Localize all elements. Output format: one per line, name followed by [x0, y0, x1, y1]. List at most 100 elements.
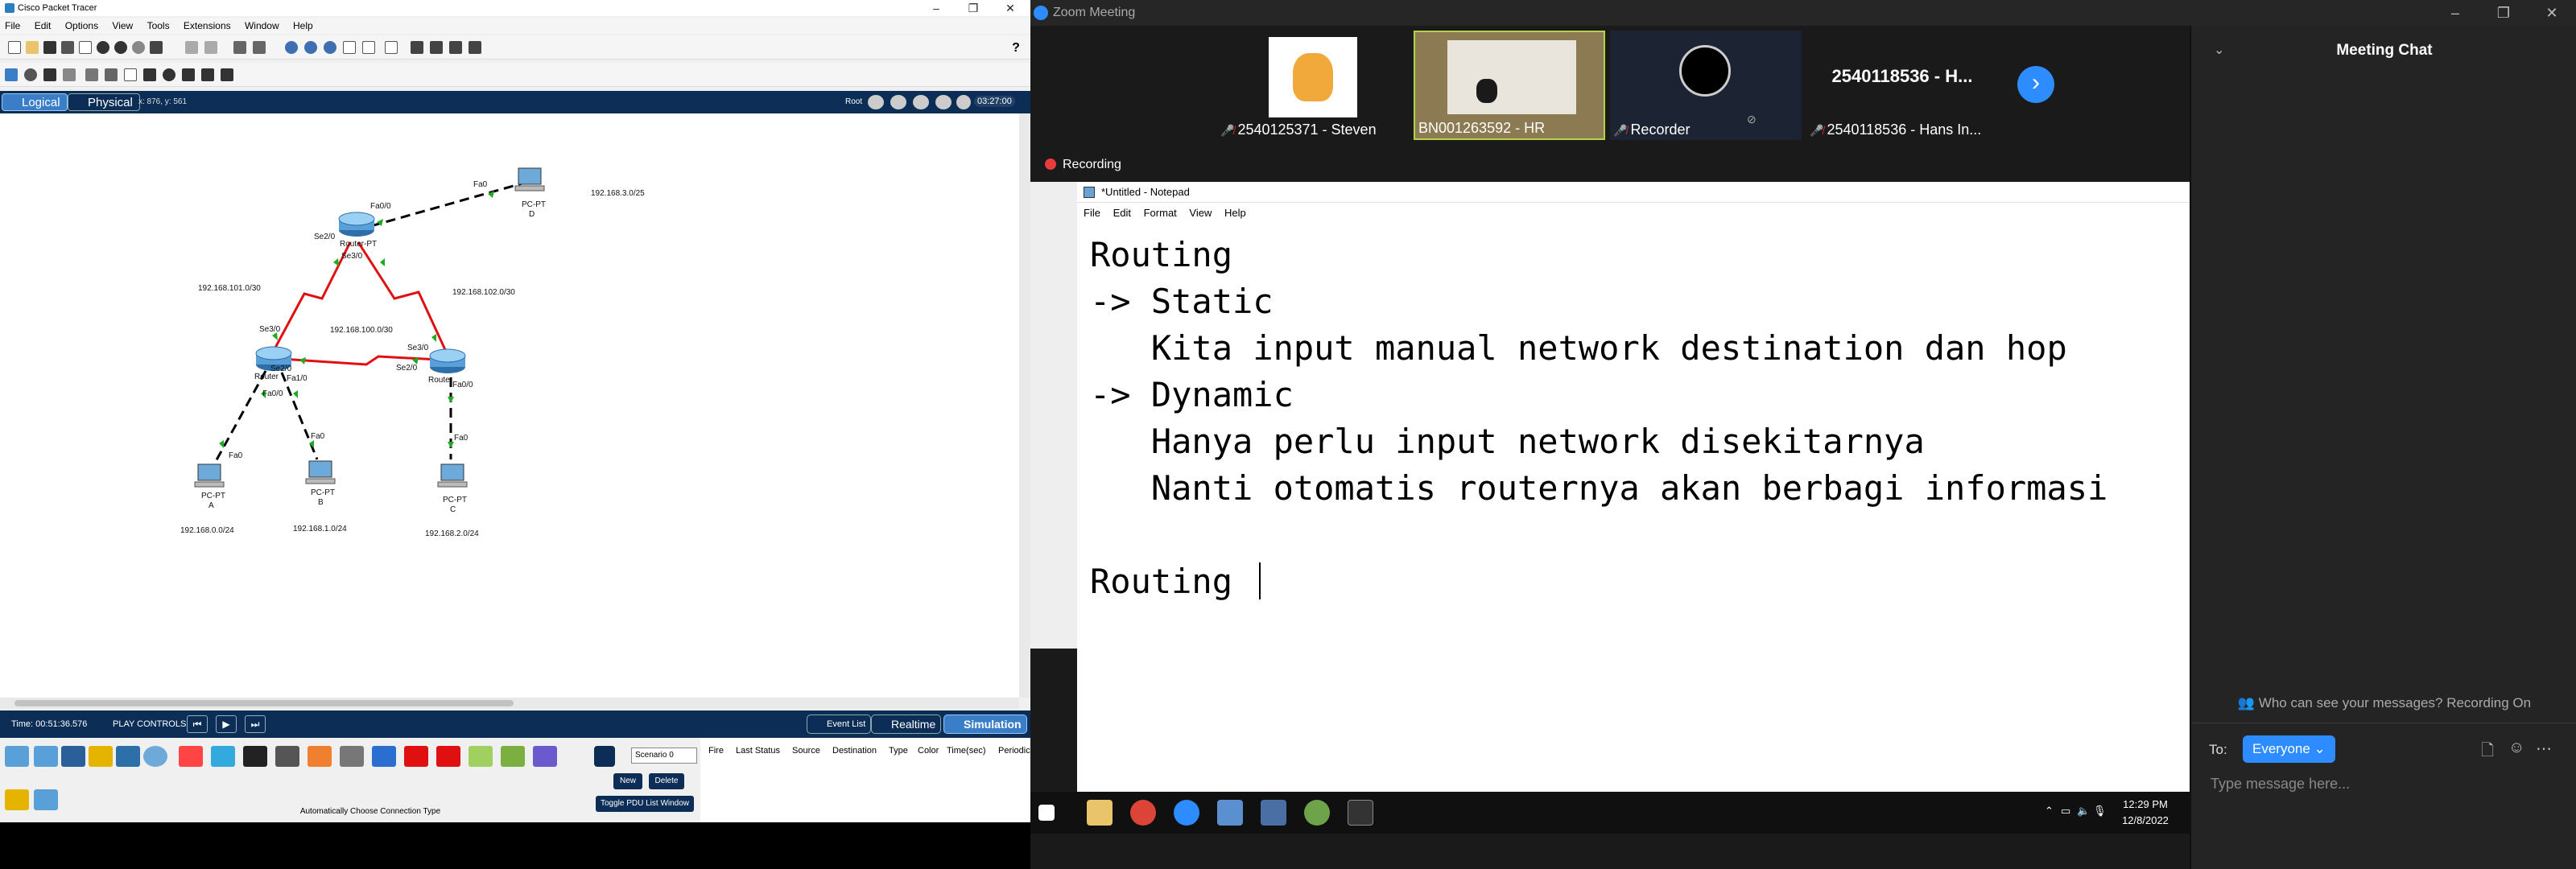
new-scenario-button[interactable]: New — [613, 773, 642, 789]
maximize-button[interactable]: ❐ — [955, 0, 992, 16]
notepad-text-area[interactable]: Routing -> Static Kita input manual netwo… — [1090, 232, 2107, 605]
emoji-icon[interactable]: ☺ — [2508, 739, 2524, 757]
menu-edit[interactable]: Edit — [35, 20, 52, 31]
np-menu-format[interactable]: Format — [1144, 207, 1177, 219]
router-right[interactable] — [429, 348, 466, 373]
np-menu-file[interactable]: File — [1084, 207, 1100, 219]
move-object-icon[interactable] — [913, 95, 929, 109]
link-router-left-pc-b[interactable] — [280, 372, 319, 460]
tag-icon[interactable] — [430, 41, 443, 54]
event-list-button[interactable]: Event List — [807, 715, 872, 734]
zoom-app-icon[interactable] — [1174, 800, 1199, 826]
chrome-icon[interactable] — [1130, 800, 1156, 826]
category-grid-icon[interactable] — [34, 789, 58, 810]
menu-options[interactable]: Options — [65, 20, 98, 31]
usb-cable-icon[interactable] — [533, 746, 557, 767]
components-icon[interactable] — [61, 746, 85, 767]
terminal-icon[interactable] — [1348, 800, 1373, 826]
np-menu-edit[interactable]: Edit — [1113, 207, 1131, 219]
auto-connection-icon[interactable] — [5, 789, 29, 810]
coaxial-icon[interactable] — [372, 746, 396, 767]
viewport-icon[interactable] — [385, 41, 398, 54]
resize-icon[interactable] — [63, 68, 76, 81]
zoom-out-icon[interactable] — [324, 41, 336, 54]
serial-dce-icon[interactable] — [404, 746, 428, 767]
open-folder-icon[interactable] — [26, 41, 39, 54]
info-icon[interactable] — [97, 41, 109, 54]
tab-logical[interactable]: Logical — [2, 93, 68, 111]
cluster-icon[interactable] — [890, 95, 906, 109]
multiuser-icon[interactable] — [143, 746, 167, 767]
close-button[interactable]: ✕ — [992, 0, 1029, 16]
add-complex-pdu-icon[interactable] — [221, 68, 233, 81]
delete-icon[interactable] — [43, 68, 56, 81]
pc-a[interactable] — [194, 463, 225, 488]
windows-start-icon[interactable] — [1038, 805, 1055, 821]
tray-chevron-icon[interactable]: ⌃ — [2045, 805, 2054, 818]
simulation-button[interactable]: Simulation — [943, 715, 1027, 734]
scroll-thumb[interactable] — [14, 700, 514, 706]
pc-c[interactable] — [437, 463, 468, 488]
redo-icon[interactable] — [253, 41, 266, 54]
next-page-button[interactable]: › — [2017, 66, 2054, 103]
draw-filled-rectangle-icon[interactable] — [143, 68, 156, 81]
tab-physical[interactable]: Physical — [68, 93, 140, 111]
help-icon[interactable]: ? — [1009, 41, 1022, 55]
delete-scenario-button[interactable]: Delete — [649, 773, 684, 789]
menu-window[interactable]: Window — [245, 20, 279, 31]
paste-icon[interactable] — [204, 41, 217, 54]
notepad-app-icon[interactable] — [1217, 800, 1243, 826]
minimize-button[interactable]: – — [918, 0, 955, 16]
realtime-button[interactable]: Realtime — [871, 715, 942, 734]
draw-line-icon[interactable] — [105, 68, 118, 81]
workspace-horizontal-scrollbar[interactable] — [0, 698, 1019, 709]
menu-help[interactable]: Help — [293, 20, 313, 31]
packet-tracer-app-icon[interactable] — [1304, 800, 1330, 826]
console-cable-icon[interactable] — [211, 746, 235, 767]
chat-visibility-notice[interactable]: 👥 Who can see your messages? Recording O… — [2191, 695, 2576, 711]
file-icon[interactable]: 🗋 — [2481, 739, 2494, 766]
select-tool-icon[interactable] — [5, 68, 18, 81]
draw-ellipse-icon[interactable] — [163, 68, 175, 81]
menu-tools[interactable]: Tools — [147, 20, 170, 31]
new-file-icon[interactable] — [8, 41, 21, 54]
network-icon[interactable]: ▭ — [2061, 805, 2070, 818]
add-simple-pdu-icon[interactable] — [201, 68, 214, 81]
inspect-icon[interactable] — [24, 68, 37, 81]
network-grid-icon[interactable] — [150, 41, 163, 54]
menu-file[interactable]: File — [5, 20, 20, 31]
clock-icon[interactable] — [956, 95, 971, 109]
save-icon[interactable] — [43, 41, 56, 54]
auto-cable-icon[interactable] — [179, 746, 203, 767]
image-icon[interactable] — [469, 41, 481, 54]
connections-icon[interactable] — [89, 746, 113, 767]
volume-icon[interactable]: 🔈 — [2077, 805, 2090, 818]
play-icon[interactable]: ▶ — [216, 715, 237, 733]
participant-tile[interactable]: 🎤̸ 2540125371 - Steven — [1217, 31, 1409, 140]
participant-tile-active[interactable]: BN001263592 - HR — [1414, 31, 1605, 140]
zoom-minimize-button[interactable]: – — [2431, 0, 2479, 26]
capture-icon[interactable] — [449, 41, 462, 54]
misc-icon[interactable] — [116, 746, 140, 767]
pc-d[interactable] — [514, 167, 545, 192]
crossover-icon[interactable] — [275, 746, 299, 767]
zoom-close-button[interactable]: ✕ — [2528, 0, 2576, 26]
file-explorer-icon[interactable] — [1087, 800, 1113, 826]
viewport-nav-icon[interactable] — [935, 95, 952, 109]
print-icon[interactable] — [61, 41, 74, 54]
chat-message-input[interactable]: Type message here... — [2211, 776, 2350, 793]
undo-icon[interactable] — [233, 41, 246, 54]
menu-view[interactable]: View — [112, 20, 133, 31]
mic-icon[interactable]: 🎙 — [2093, 805, 2107, 818]
end-devices-icon[interactable] — [34, 746, 58, 767]
custom-device-icon[interactable] — [132, 41, 145, 54]
network-info-icon[interactable] — [114, 41, 127, 54]
back-icon[interactable] — [868, 95, 884, 109]
serial-dte-icon[interactable] — [436, 746, 460, 767]
straight-through-icon[interactable] — [243, 746, 267, 767]
menu-extensions[interactable]: Extensions — [184, 20, 231, 31]
np-menu-view[interactable]: View — [1189, 207, 1212, 219]
calculator-icon[interactable] — [1261, 800, 1286, 826]
participant-tile[interactable]: 2540118536 - H... 🎤̸ 2540118536 - Hans In… — [1806, 31, 1998, 140]
recipient-dropdown[interactable]: Everyone ⌄ — [2243, 735, 2335, 763]
